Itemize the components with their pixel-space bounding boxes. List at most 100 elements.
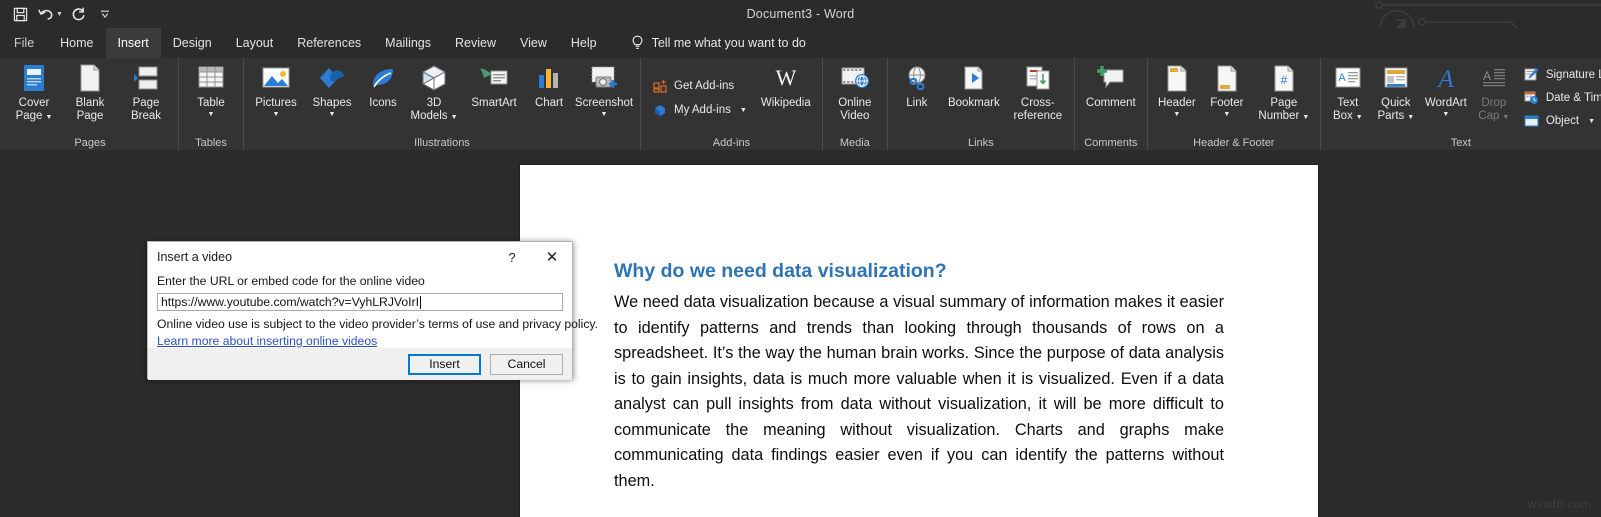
page-break-label-line2: Break [131,110,161,123]
page-number-button[interactable]: # Page Number▼ [1252,58,1316,128]
shapes-button[interactable]: Shapes ▼ [304,58,360,128]
tab-review[interactable]: Review [443,28,508,58]
drop-cap-label-line1: Drop [1481,97,1506,110]
get-addins-label: Get Add-ins [674,80,734,92]
cancel-button[interactable]: Cancel [490,354,563,375]
tab-help[interactable]: Help [559,28,609,58]
dialog-footer: Insert Cancel [148,348,572,380]
page-break-button[interactable]: Page Break [118,58,174,128]
undo-dropdown-caret-icon[interactable]: ▼ [56,11,65,18]
page-number-caret-icon[interactable]: ▼ [1302,114,1309,121]
3d-models-label-line1: 3D [427,97,442,110]
comment-label: Comment [1086,97,1136,110]
close-icon[interactable]: ✕ [536,242,568,272]
ribbon-group-header-footer: Header ▼ Footer ▼ [1147,58,1320,150]
wikipedia-button[interactable]: W Wikipedia [754,58,818,128]
cover-page-caret-icon[interactable]: ▼ [45,114,52,121]
smartart-button[interactable]: SmartArt [462,58,526,128]
ribbon-group-label-comments: Comments [1075,137,1147,149]
signature-line-label: Signature Line [1546,69,1601,81]
ribbon-group-addins: Get Add-ins My Add-ins ▼ [640,58,822,150]
cross-reference-button[interactable]: Cross- reference [1006,58,1070,128]
wordart-caret-icon[interactable]: ▼ [1442,110,1449,119]
customize-quick-access-toolbar-button[interactable] [93,3,117,25]
video-url-input[interactable]: https://www.youtube.com/watch?v=VyhLRJVo… [157,293,563,311]
blank-page-button[interactable]: Blank Page [62,58,118,128]
link-label: Link [906,97,927,110]
help-icon[interactable]: ? [496,242,528,272]
wordart-label: WordArt [1425,97,1467,110]
drop-cap-label-line2: Cap [1478,110,1499,122]
quick-parts-button[interactable]: Quick Parts▼ [1371,58,1421,128]
link-button[interactable]: Link [892,58,942,128]
bookmark-button[interactable]: Bookmark [942,58,1006,128]
insert-button[interactable]: Insert [408,354,481,375]
icons-button[interactable]: Icons [360,58,406,128]
shapes-icon [318,63,346,93]
redo-button[interactable] [67,3,91,25]
insert-video-dialog: Insert a video ? ✕ Enter the URL or embe… [147,241,573,379]
tab-insert[interactable]: Insert [106,28,161,58]
screenshot-caret-icon[interactable]: ▼ [601,110,608,119]
3d-models-button[interactable]: 3D Models ▼ [406,58,462,128]
table-button[interactable]: Table ▼ [183,58,239,128]
header-button[interactable]: Header ▼ [1152,58,1202,128]
object-caret-icon[interactable]: ▼ [1588,118,1595,125]
tab-mailings[interactable]: Mailings [373,28,443,58]
tab-references[interactable]: References [285,28,373,58]
tell-me-search[interactable]: Tell me what you want to do [631,28,806,58]
header-caret-icon[interactable]: ▼ [1173,110,1180,119]
page-break-icon [133,63,159,93]
tab-design[interactable]: Design [161,28,224,58]
document-page[interactable]: Why do we need data visualization? We ne… [520,165,1318,517]
object-icon [1524,113,1540,129]
footer-label: Footer [1210,97,1243,110]
drop-cap-caret-icon[interactable]: ▼ [1502,114,1509,121]
quick-parts-caret-icon[interactable]: ▼ [1407,114,1414,121]
screenshot-button[interactable]: Screenshot ▼ [572,58,636,128]
svg-text:#: # [1280,73,1287,87]
date-time-button[interactable]: Date & Time [1519,87,1601,108]
online-video-button[interactable]: Online Video [827,58,883,128]
quick-parts-label-line1: Quick [1381,97,1410,110]
text-box-button[interactable]: A Text Box▼ [1325,58,1371,128]
table-caret-icon[interactable]: ▼ [208,110,215,119]
footer-caret-icon[interactable]: ▼ [1223,110,1230,119]
pictures-caret-icon[interactable]: ▼ [273,110,280,119]
undo-button[interactable] [34,3,58,25]
pictures-button[interactable]: Pictures ▼ [248,58,304,128]
document-body[interactable]: Why do we need data visualization? We ne… [520,165,1318,494]
footer-button[interactable]: Footer ▼ [1202,58,1252,128]
get-addins-button[interactable]: Get Add-ins [647,75,752,97]
signature-line-button[interactable]: Signature Line ▼ [1519,64,1601,85]
comment-button[interactable]: Comment [1079,58,1143,128]
tab-home[interactable]: Home [48,28,105,58]
cover-page-button[interactable]: Cover Page▼ [6,58,62,128]
tab-file[interactable]: File [0,28,48,58]
shapes-caret-icon[interactable]: ▼ [329,110,336,119]
drop-cap-button[interactable]: A Drop Cap▼ [1471,58,1517,128]
my-addins-button[interactable]: My Add-ins ▼ [647,99,752,121]
text-box-caret-icon[interactable]: ▼ [1356,114,1363,121]
3d-models-label-line2: Models [410,110,447,122]
3d-models-caret-icon[interactable]: ▼ [451,114,458,121]
save-button[interactable] [8,3,32,25]
table-icon [197,63,225,93]
dialog-title-bar: Insert a video ? ✕ [148,242,572,272]
wordart-button[interactable]: A WordArt ▼ [1421,58,1471,128]
url-prompt-label: Enter the URL or embed code for the onli… [157,272,563,288]
learn-more-link[interactable]: Learn more about inserting online videos [157,334,377,348]
svg-text:A: A [1436,66,1454,91]
header-label: Header [1158,97,1196,110]
shapes-label: Shapes [312,97,351,110]
my-addins-caret-icon[interactable]: ▼ [740,107,747,114]
chart-button[interactable]: Chart [526,58,572,128]
header-icon [1165,63,1189,93]
quick-access-toolbar: ▼ [0,3,117,25]
bookmark-icon [961,63,987,93]
tab-layout[interactable]: Layout [224,28,286,58]
object-button[interactable]: Object ▼ [1519,111,1601,132]
chart-icon [536,63,562,93]
caret-down-icon [99,9,111,19]
tab-view[interactable]: View [508,28,559,58]
